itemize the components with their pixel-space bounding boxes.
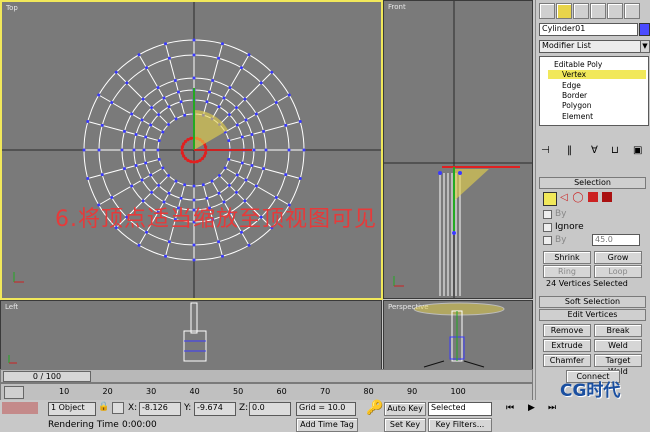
lock-icon[interactable]: 🔒 — [98, 402, 109, 412]
ignore-backfacing-label: Ignore — [555, 222, 584, 232]
soft-selection-rollout-header[interactable]: Soft Selection — [539, 296, 646, 308]
display-tab-icon[interactable] — [607, 3, 623, 19]
modify-tab-icon[interactable] — [556, 3, 572, 19]
ignore-backfacing-checkbox[interactable] — [543, 223, 552, 232]
utilities-tab-icon[interactable] — [624, 3, 640, 19]
timeline-tick-label: 30 — [146, 387, 157, 396]
create-tab-icon[interactable] — [539, 3, 555, 19]
set-key-button[interactable]: Set Key — [384, 418, 426, 432]
play-icon[interactable]: ▶ — [528, 403, 535, 413]
remove-modifier-icon[interactable]: ⊔ — [611, 145, 619, 156]
x-coordinate-field[interactable]: -8.126 — [139, 402, 181, 416]
break-button[interactable]: Break — [594, 324, 642, 337]
add-time-tag-button[interactable]: Add Time Tag — [296, 418, 358, 432]
x-coord-label: X: — [128, 403, 138, 413]
script-listener-swatch[interactable] — [2, 402, 38, 414]
make-unique-icon[interactable]: ∀ — [591, 145, 598, 156]
rendering-time-label: Rendering Time — [48, 420, 119, 430]
y-coordinate-field[interactable]: -9.674 — [194, 402, 236, 416]
vertex-mode-icon[interactable] — [543, 192, 557, 206]
stack-element[interactable]: Element — [562, 112, 593, 121]
modifier-stack: Editable Poly Vertex Edge Border Polygon… — [539, 56, 649, 126]
remove-button[interactable]: Remove — [543, 324, 591, 337]
key-icon[interactable]: 🔑 — [366, 400, 383, 416]
key-filters-button[interactable]: Key Filters... — [428, 418, 492, 432]
command-panel: Cylinder01 Modifier List ▼ Editable Poly… — [535, 0, 650, 431]
timeline-tick-label: 50 — [233, 387, 244, 396]
absolute-mode-icon[interactable] — [112, 402, 124, 414]
edge-mode-icon[interactable]: ◁ — [558, 192, 570, 204]
timeline-tick-label: 90 — [407, 387, 418, 396]
key-mode-dropdown[interactable]: Selected — [428, 402, 492, 416]
timeline-tick-label: 60 — [276, 387, 287, 396]
timeline-tick-label: 70 — [320, 387, 331, 396]
by-vertex-checkbox[interactable] — [543, 210, 552, 219]
angle-spinner[interactable]: 45.0 — [592, 234, 640, 246]
timeline-tick-label: 20 — [102, 387, 113, 396]
z-coordinate-field[interactable]: 0.0 — [249, 402, 291, 416]
status-bar: 1 Object 🔒 X: -8.126 Y: -9.674 Z: 0.0 Gr… — [0, 381, 650, 432]
left-viewport-mesh — [8, 302, 207, 364]
object-color-swatch[interactable] — [639, 23, 650, 36]
configure-sets-icon[interactable]: ▣ — [633, 145, 642, 156]
by-vertex-label: By — [555, 209, 567, 219]
perspective-viewport-mesh — [413, 302, 505, 368]
timeline-tick-label: 40 — [189, 387, 200, 396]
selection-status: 24 Vertices Selected — [546, 279, 628, 288]
border-mode-icon[interactable]: ◯ — [572, 192, 584, 204]
stack-edge[interactable]: Edge — [562, 81, 581, 90]
z-coord-label: Z: — [239, 403, 249, 413]
top-viewport[interactable]: Top — [0, 0, 383, 300]
grid-size: Grid = 10.0 — [296, 402, 356, 416]
chevron-down-icon[interactable]: ▼ — [640, 40, 650, 53]
front-viewport-mesh — [384, 1, 532, 298]
shrink-button[interactable]: Shrink — [543, 251, 591, 264]
timeline-track[interactable]: 10 20 30 40 50 60 70 80 90 100 — [0, 383, 533, 401]
watermark-logo: CG时代 — [560, 381, 621, 401]
timeline-tick-label: 10 — [59, 387, 70, 396]
stack-editable-poly[interactable]: Editable Poly — [554, 60, 602, 69]
tutorial-caption: 6.将顶点适当缩放至顶视图可见 — [55, 207, 377, 232]
object-name-field[interactable]: Cylinder01 — [539, 23, 638, 36]
stack-polygon[interactable]: Polygon — [562, 101, 591, 110]
selection-rollout-header[interactable]: Selection — [539, 177, 646, 189]
target-weld-button[interactable]: Target Weld — [594, 354, 642, 376]
go-to-end-icon[interactable]: ⏭ — [548, 403, 556, 413]
pin-stack-icon[interactable]: ⊣ — [541, 145, 550, 156]
selection-count: 1 Object — [48, 402, 96, 416]
hierarchy-tab-icon[interactable] — [573, 3, 589, 19]
rendering-time-value: 0:00:00 — [122, 420, 157, 430]
top-viewport-mesh — [2, 2, 381, 298]
show-end-result-icon[interactable]: ‖ — [567, 145, 572, 156]
auto-key-button[interactable]: Auto Key — [384, 402, 426, 416]
motion-tab-icon[interactable] — [590, 3, 606, 19]
stack-vertex[interactable]: Vertex — [562, 70, 586, 79]
time-slider-thumb[interactable]: 0 / 100 — [3, 371, 91, 382]
track-bar-icon[interactable] — [4, 386, 24, 399]
front-viewport[interactable]: Front — [383, 0, 533, 299]
time-slider[interactable]: 0 / 100 — [0, 369, 533, 383]
y-coord-label: Y: — [184, 403, 192, 413]
by-angle-checkbox[interactable] — [543, 236, 552, 245]
extrude-button[interactable]: Extrude — [543, 339, 591, 352]
stack-border[interactable]: Border — [562, 91, 587, 100]
ring-button[interactable]: Ring — [543, 265, 591, 278]
chamfer-button[interactable]: Chamfer — [543, 354, 591, 367]
edit-vertices-rollout-header[interactable]: Edit Vertices — [539, 309, 646, 321]
left-viewport[interactable]: Left — [0, 300, 382, 370]
timeline-tick-label: 100 — [450, 387, 466, 396]
stack-toolbar: ⊣ ‖ ∀ ⊔ ▣ — [539, 145, 647, 159]
polygon-mode-icon[interactable] — [588, 192, 598, 202]
go-to-start-icon[interactable]: ⏮ — [506, 403, 514, 413]
by-angle-label: By — [555, 235, 567, 245]
grow-button[interactable]: Grow — [594, 251, 642, 264]
perspective-viewport[interactable]: Perspective — [383, 300, 533, 370]
modifier-list-dropdown[interactable]: Modifier List — [539, 40, 641, 53]
loop-button[interactable]: Loop — [594, 265, 642, 278]
timeline-tick-label: 80 — [363, 387, 374, 396]
weld-button[interactable]: Weld — [594, 339, 642, 352]
element-mode-icon[interactable] — [602, 192, 612, 202]
